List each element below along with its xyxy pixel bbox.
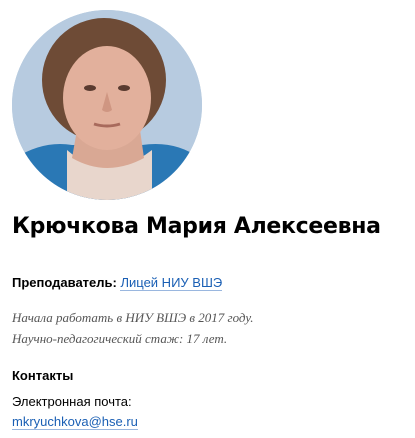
person-name: Крючкова Мария Алексеевна	[12, 214, 381, 239]
bio-text: Начала работать в НИУ ВШЭ в 2017 году. Н…	[12, 307, 254, 349]
email-link[interactable]: mkryuchkova@hse.ru	[12, 414, 138, 430]
position-line: Преподаватель: Лицей НИУ ВШЭ	[12, 275, 223, 291]
profile-photo	[12, 10, 202, 200]
email-label: Электронная почта:	[12, 394, 132, 409]
bio-line: Начала работать в НИУ ВШЭ в 2017 году.	[12, 310, 254, 325]
portrait-image	[12, 10, 202, 200]
position-label: Преподаватель:	[12, 275, 117, 290]
contacts-heading: Контакты	[12, 368, 74, 383]
position-link[interactable]: Лицей НИУ ВШЭ	[120, 275, 223, 291]
bio-line: Научно-педагогический стаж: 17 лет.	[12, 331, 228, 346]
